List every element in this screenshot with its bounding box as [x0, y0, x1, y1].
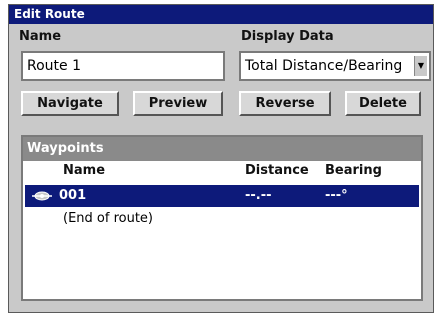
waypoints-header: Waypoints — [23, 137, 421, 161]
waypoint-distance: --.-- — [245, 188, 272, 203]
waypoint-bearing: ---° — [325, 188, 348, 203]
waypoints-panel: Waypoints Name Distance Bearing 001 --.-… — [21, 135, 423, 301]
table-row[interactable]: 001 --.-- ---° — [25, 185, 419, 207]
edit-route-window: Edit Route Name Route 1 Display Data Tot… — [8, 4, 434, 313]
display-data-dropdown[interactable]: Total Distance/Bearing ▼ — [239, 51, 431, 81]
display-data-value: Total Distance/Bearing — [245, 58, 403, 74]
waypoint-icon — [32, 191, 52, 201]
column-header-bearing[interactable]: Bearing — [325, 163, 382, 178]
chevron-down-icon[interactable]: ▼ — [414, 56, 427, 76]
waypoint-name: 001 — [59, 188, 87, 203]
list-item[interactable]: (End of route) — [63, 211, 153, 226]
display-data-label: Display Data — [241, 29, 334, 44]
name-label: Name — [19, 29, 62, 44]
reverse-button[interactable]: Reverse — [239, 91, 331, 116]
column-header-name[interactable]: Name — [63, 163, 105, 178]
navigate-button[interactable]: Navigate — [21, 91, 119, 116]
route-name-input[interactable]: Route 1 — [21, 51, 225, 81]
window-title: Edit Route — [9, 5, 433, 24]
delete-button[interactable]: Delete — [345, 91, 421, 116]
column-header-distance[interactable]: Distance — [245, 163, 309, 178]
preview-button[interactable]: Preview — [133, 91, 223, 116]
